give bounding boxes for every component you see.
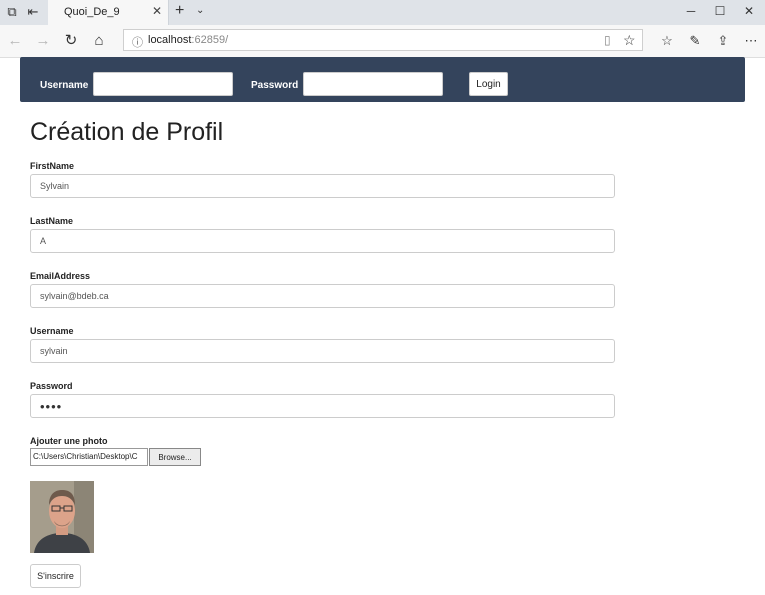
password-field-label: Password: [30, 381, 73, 391]
back-arrow-icon[interactable]: ←: [7, 33, 23, 49]
photo-label: Ajouter une photo: [30, 436, 108, 446]
page-title: Création de Profil: [30, 118, 224, 146]
chevron-down-icon[interactable]: ⌄: [196, 5, 204, 16]
minimize-icon[interactable]: ─: [683, 4, 699, 18]
home-icon[interactable]: ⌂: [91, 33, 107, 49]
firstname-field[interactable]: [30, 174, 615, 198]
username-field-label: Username: [30, 326, 74, 336]
tab-actions-icon[interactable]: ⧉: [4, 4, 20, 20]
favorite-star-icon[interactable]: ☆: [623, 32, 636, 49]
register-button[interactable]: S'inscrire: [30, 564, 81, 588]
username-field[interactable]: [30, 339, 615, 363]
reading-view-icon[interactable]: ▯: [604, 33, 611, 47]
url-port: :62859/: [191, 34, 229, 46]
lastname-label: LastName: [30, 216, 74, 226]
firstname-label: FirstName: [30, 161, 75, 171]
address-bar[interactable]: ⓘ localhost:62859/ ▯ ☆: [123, 29, 643, 51]
window-close-icon[interactable]: ✕: [741, 4, 757, 18]
browser-tab-strip: ⧉ ⇤ Quoi_De_9 ✕ + ⌄ ─ ☐ ✕: [0, 0, 765, 25]
favorites-list-icon[interactable]: ☆: [659, 33, 675, 49]
url-host: localhost: [148, 34, 192, 46]
more-icon[interactable]: ⋯: [743, 33, 759, 49]
forward-arrow-icon[interactable]: →: [35, 33, 51, 49]
password-field[interactable]: [30, 394, 615, 418]
info-icon[interactable]: ⓘ: [132, 34, 143, 50]
maximize-icon[interactable]: ☐: [712, 4, 728, 18]
username-label: Username: [40, 80, 89, 91]
set-aside-tabs-icon[interactable]: ⇤: [25, 4, 41, 20]
browser-toolbar: ← → ↻ ⌂ ⓘ localhost:62859/ ▯ ☆ ☆ ✎ ⇪ ⋯: [0, 25, 765, 58]
pen-icon[interactable]: ✎: [687, 33, 703, 49]
browse-button[interactable]: Browse...: [149, 448, 201, 466]
login-button[interactable]: Login: [469, 72, 508, 96]
refresh-icon[interactable]: ↻: [63, 33, 79, 49]
new-tab-icon[interactable]: +: [175, 2, 184, 20]
browser-tab[interactable]: Quoi_De_9 ✕: [48, 0, 169, 25]
password-input[interactable]: [303, 72, 443, 96]
share-icon[interactable]: ⇪: [715, 33, 731, 49]
profile-photo-preview: [30, 481, 94, 553]
close-tab-icon[interactable]: ✕: [152, 4, 162, 18]
lastname-field[interactable]: [30, 229, 615, 253]
app-navbar: Username Password Login: [20, 57, 745, 102]
email-field[interactable]: [30, 284, 615, 308]
file-path-display[interactable]: C:\Users\Christian\Desktop\C: [30, 448, 148, 466]
email-label: EmailAddress: [30, 271, 91, 281]
url-text: localhost:62859/: [148, 34, 228, 46]
password-label: Password: [251, 80, 299, 91]
username-input[interactable]: [93, 72, 233, 96]
tab-title: Quoi_De_9: [64, 6, 120, 18]
person-photo-icon: [30, 481, 94, 553]
